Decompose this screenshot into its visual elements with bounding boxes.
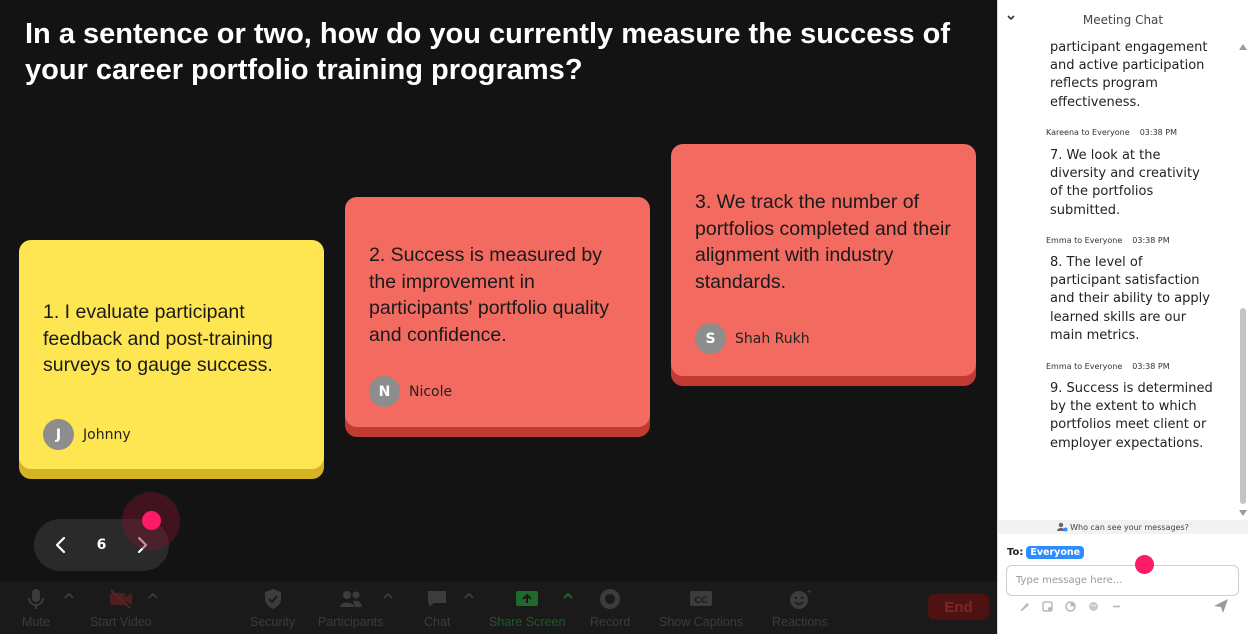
chat-title: Meeting Chat	[1082, 13, 1164, 27]
response-author: S Shah Rukh	[695, 323, 810, 354]
user-visibility-icon	[1057, 522, 1068, 532]
svg-text:+: +	[807, 587, 812, 596]
scroll-up-icon[interactable]	[1238, 42, 1248, 52]
response-text: 2. Success is measured by the improvemen…	[369, 244, 610, 346]
chat-message-text: 8. The level of participant satisfaction…	[1050, 255, 1210, 343]
chat-timestamp: 03:38 PM	[1132, 362, 1170, 371]
record-button[interactable]: Record	[590, 586, 630, 629]
cursor-indicator	[1135, 555, 1154, 574]
start-video-label: Start Video	[90, 615, 152, 629]
author-name: Nicole	[409, 383, 453, 400]
shield-icon	[264, 589, 281, 609]
emoji-icon[interactable]	[1087, 600, 1099, 612]
participants-icon	[339, 591, 362, 607]
response-card[interactable]: 1. I evaluate participant feedback and p…	[19, 240, 324, 469]
presentation-area: In a sentence or two, how do you current…	[0, 0, 997, 582]
send-icon[interactable]	[1213, 598, 1229, 614]
recipient-selector[interactable]: Everyone	[1026, 546, 1085, 559]
participants-label: Participants	[318, 615, 384, 629]
record-icon	[600, 589, 621, 609]
captions-icon: CC	[690, 591, 713, 606]
chat-header: Meeting Chat	[998, 0, 1248, 38]
meeting-toolbar: Mute Start Video Security Participants C…	[0, 582, 997, 634]
smiley-icon: +	[789, 587, 812, 609]
mute-label: Mute	[22, 615, 50, 629]
previous-page-button[interactable]	[48, 532, 74, 558]
chat-timestamp: 03:38 PM	[1132, 236, 1170, 245]
response-author: J Johnny	[43, 419, 131, 450]
meeting-chat-panel: Meeting Chat participant engagement and …	[997, 0, 1248, 634]
question-heading: In a sentence or two, how do you current…	[25, 18, 951, 86]
chat-message-text: 9. Success is determined by the extent t…	[1050, 381, 1213, 451]
scroll-down-icon[interactable]	[1238, 508, 1248, 518]
chat-sender: Kareena to Everyone	[1046, 128, 1130, 137]
chat-button[interactable]: Chat	[424, 586, 450, 629]
end-meeting-button[interactable]: End	[928, 594, 989, 620]
author-name: Johnny	[83, 426, 131, 443]
security-label: Security	[250, 615, 296, 629]
response-author: N Nicole	[369, 376, 452, 407]
chevron-up-icon[interactable]	[63, 592, 75, 600]
chevron-up-icon[interactable]	[562, 592, 574, 600]
response-card[interactable]: 3. We track the number of portfolios com…	[671, 144, 976, 376]
screenshot-icon[interactable]	[1041, 600, 1053, 612]
share-screen-icon	[516, 591, 539, 606]
who-can-see-text: Who can see your messages?	[1070, 522, 1189, 532]
chat-message-text: participant engagement and active partic…	[1050, 40, 1208, 110]
chat-bubble-icon	[428, 591, 447, 607]
record-label: Record	[590, 615, 631, 629]
recipient-row: To: Everyone	[1007, 546, 1085, 559]
chat-message-meta: Kareena to Everyone 03:38 PM	[1046, 128, 1177, 137]
avatar: N	[369, 376, 400, 407]
share-screen-button[interactable]: Share Screen	[489, 586, 565, 629]
chat-sender: Emma to Everyone	[1046, 236, 1123, 245]
avatar: J	[43, 419, 74, 450]
reactions-button[interactable]: + Reactions	[772, 586, 828, 629]
mute-button[interactable]: Mute	[22, 586, 50, 629]
chat-message-meta: Emma to Everyone 03:38 PM	[1046, 236, 1170, 245]
chat-input-tools	[1018, 600, 1122, 612]
chat-message-input[interactable]	[1006, 565, 1239, 596]
cursor-indicator	[142, 511, 161, 530]
start-video-button[interactable]: Start Video	[90, 586, 152, 629]
reactions-label: Reactions	[772, 615, 828, 629]
response-text: 3. We track the number of portfolios com…	[695, 191, 951, 293]
chat-message-text: 7. We look at the diversity and creativi…	[1050, 148, 1200, 218]
chevron-up-icon[interactable]	[147, 592, 159, 600]
video-off-icon	[109, 589, 132, 609]
chevron-up-icon[interactable]	[463, 592, 475, 600]
microphone-icon	[27, 589, 44, 609]
chat-sender: Emma to Everyone	[1046, 362, 1123, 371]
show-captions-button[interactable]: CC Show Captions	[659, 586, 743, 629]
chat-label: Chat	[424, 615, 451, 629]
svg-text:CC: CC	[695, 595, 708, 605]
chat-timestamp: 03:38 PM	[1139, 128, 1178, 137]
chat-scrollbar[interactable]	[1238, 42, 1248, 520]
chat-message-list: participant engagement and active partic…	[998, 38, 1234, 520]
chat-message-meta: Emma to Everyone 03:38 PM	[1046, 362, 1170, 371]
show-captions-label: Show Captions	[659, 615, 744, 629]
share-screen-label: Share Screen	[489, 615, 566, 629]
chevron-left-icon	[55, 536, 66, 554]
participants-button[interactable]: Participants	[318, 586, 383, 629]
author-name: Shah Rukh	[735, 330, 810, 347]
who-can-see-link[interactable]: Who can see your messages?	[998, 520, 1248, 534]
page-number: 6	[96, 537, 107, 553]
response-text: 1. I evaluate participant feedback and p…	[43, 301, 273, 377]
recipient-label: To:	[1007, 547, 1024, 558]
file-icon[interactable]	[1064, 600, 1076, 612]
chevron-up-icon[interactable]	[382, 592, 394, 600]
security-button[interactable]: Security	[250, 586, 295, 629]
more-icon[interactable]	[1110, 600, 1122, 612]
response-card[interactable]: 2. Success is measured by the improvemen…	[345, 197, 650, 427]
scroll-thumb[interactable]	[1240, 308, 1246, 504]
avatar: S	[695, 323, 726, 354]
format-icon[interactable]	[1018, 600, 1030, 612]
